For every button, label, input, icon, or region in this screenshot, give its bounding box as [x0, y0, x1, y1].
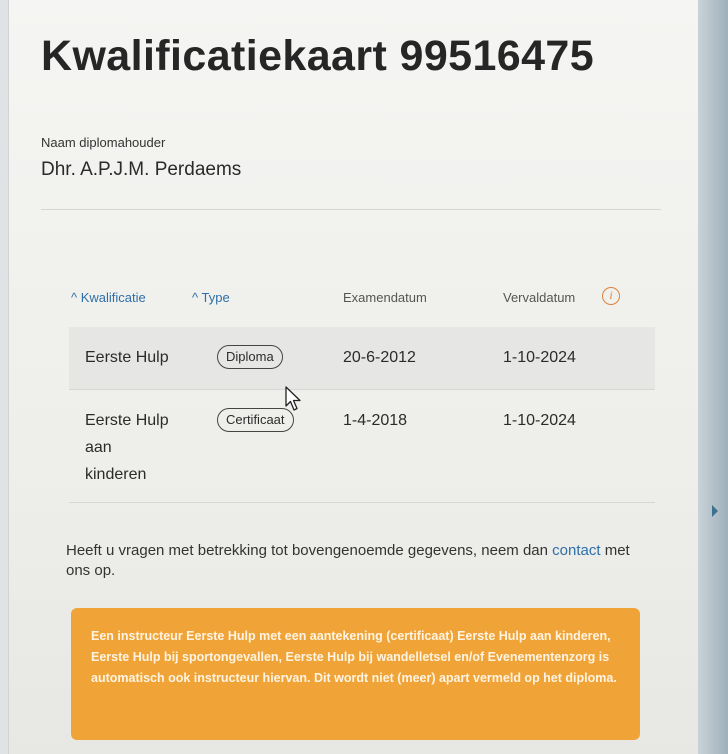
scroll-arrow-icon — [712, 505, 718, 517]
row-2-qualification-line-2: aan — [85, 439, 112, 456]
page-title: Kwalificatiekaart 99516475 — [41, 32, 595, 80]
type-badge-diploma: Diploma — [217, 345, 283, 369]
row-2-expiry-date: 1-10-2024 — [503, 412, 576, 429]
row-2-qualification-line-3: kinderen — [85, 466, 147, 483]
divider — [41, 209, 661, 210]
mouse-pointer-icon — [285, 386, 301, 411]
banner-text: Een instructeur Eerste Hulp met een aant… — [91, 629, 617, 685]
column-header-exam-date: Examendatum — [343, 290, 427, 305]
instructor-info-banner: Een instructeur Eerste Hulp met een aant… — [71, 608, 640, 740]
column-header-qualification[interactable]: ^ Kwalificatie — [71, 290, 146, 305]
page-screen: Kwalificatiekaart 99516475 Naam diplomah… — [8, 0, 699, 754]
screen-edge — [698, 0, 728, 754]
row-2-exam-date: 1-4-2018 — [343, 412, 408, 429]
sort-ascending-icon: ^ — [192, 290, 199, 305]
column-header-type[interactable]: ^ Type — [192, 290, 230, 305]
row-divider — [69, 389, 655, 390]
sort-ascending-icon: ^ — [71, 290, 78, 305]
holder-name: Dhr. A.P.J.M. Perdaems — [41, 159, 242, 180]
contact-link[interactable]: contact — [552, 542, 600, 559]
row-1-expiry-date: 1-10-2024 — [503, 349, 576, 366]
row-1-qualification: Eerste Hulp — [85, 349, 169, 366]
row-2-qualification-line-1: Eerste Hulp — [85, 412, 169, 429]
column-header-expiry-date: Vervaldatum — [503, 290, 576, 305]
column-header-qualification-label: Kwalificatie — [80, 290, 146, 305]
column-header-type-label: Type — [201, 290, 230, 305]
contact-note-text-before: Heeft u vragen met betrekking tot boveng… — [66, 542, 553, 559]
type-badge-certificaat: Certificaat — [217, 408, 294, 432]
info-icon[interactable]: i — [602, 287, 620, 305]
table-bottom-divider — [69, 502, 655, 503]
holder-label: Naam diplomahouder — [41, 135, 166, 150]
contact-note: Heeft u vragen met betrekking tot boveng… — [66, 541, 656, 581]
row-1-exam-date: 20-6-2012 — [343, 349, 416, 366]
